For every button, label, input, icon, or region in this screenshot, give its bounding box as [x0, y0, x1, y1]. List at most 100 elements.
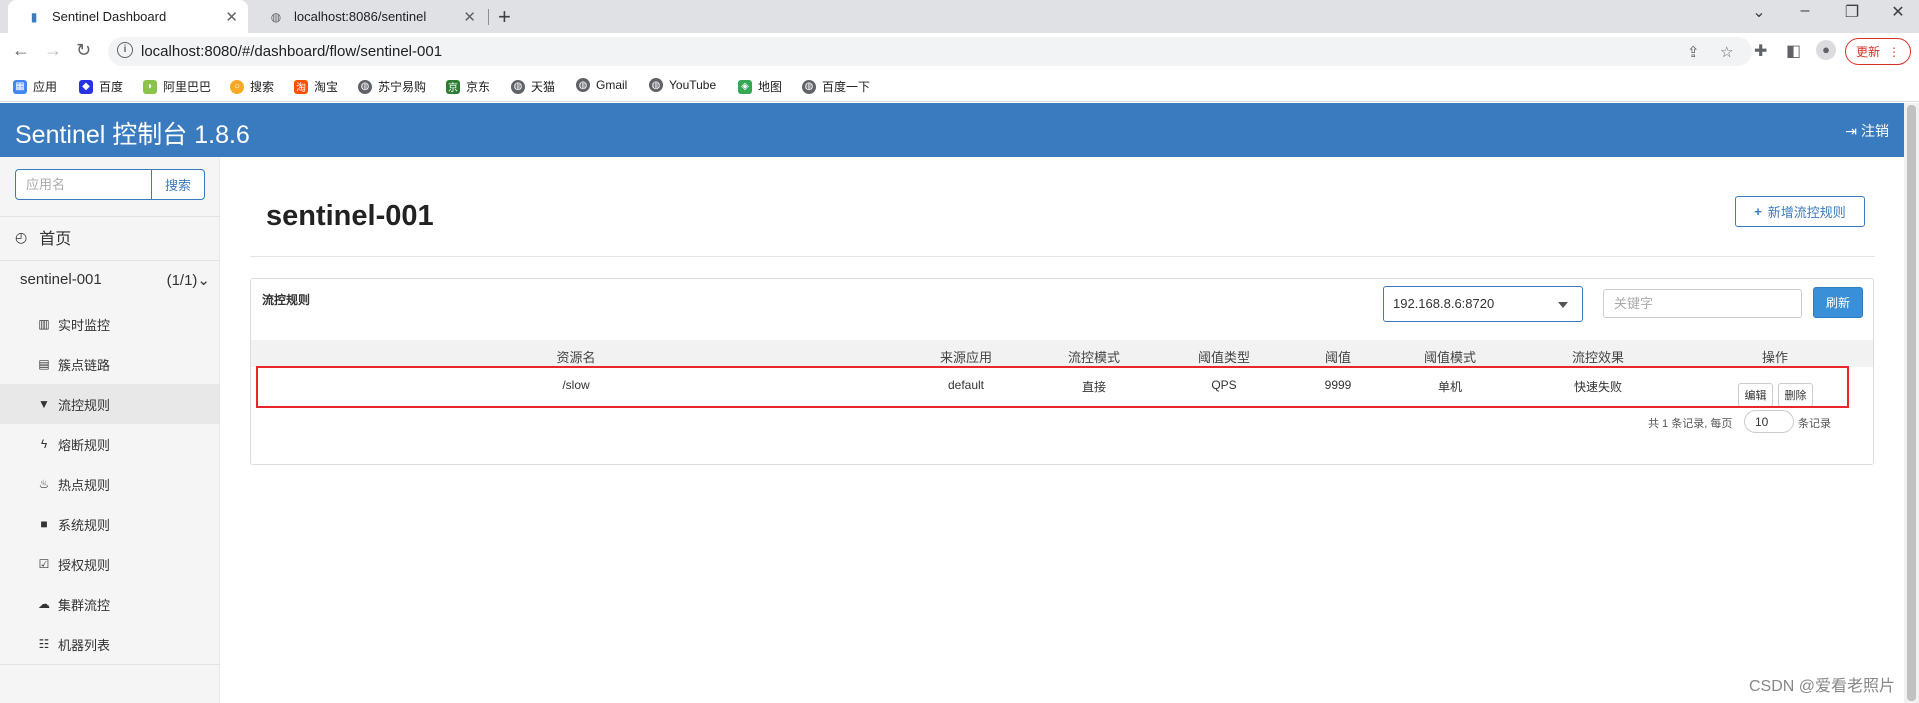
cloud-icon: ☁ — [38, 597, 50, 611]
bookmark-star-icon[interactable]: ☆ — [1720, 43, 1733, 61]
home-label: 首页 — [39, 231, 72, 248]
column-header: 流控效果 — [1571, 350, 1625, 365]
sidebar-item-home[interactable]: ◴ 首页 — [15, 225, 71, 249]
app-search-button[interactable]: 搜索 — [151, 169, 205, 200]
tab-search-chevron-icon[interactable]: ⌄ — [1749, 2, 1769, 22]
dashboard-icon: ◴ — [15, 228, 28, 245]
brand-title[interactable]: Sentinel 控制台 1.8.6 — [15, 115, 250, 151]
lock-icon: ■ — [40, 517, 48, 531]
list-icon: ▤ — [38, 357, 50, 371]
globe-icon: ◍ — [270, 9, 282, 24]
column-header: 阈值模式 — [1423, 350, 1477, 365]
sidebar-item-cluster-flow[interactable]: ☁ 集群流控 — [0, 584, 220, 624]
bookmark-jd[interactable]: 京京东 — [446, 78, 490, 95]
bookmark-apps[interactable]: ▦ 应用 — [13, 78, 57, 95]
update-button[interactable]: 更新 ⋮ — [1845, 38, 1911, 65]
refresh-button[interactable]: 刷新 — [1813, 287, 1863, 318]
extensions-puzzle-icon[interactable]: ✚ — [1754, 41, 1767, 61]
globe-icon: ◍ — [511, 79, 525, 94]
bookmark-suning[interactable]: ◍ 苏宁易购 — [358, 78, 426, 95]
bookmark-alibaba[interactable]: ◗ 阿里巴巴 — [143, 78, 211, 95]
apps-grid-icon: ▦ — [13, 79, 27, 94]
panel-title: 流控规则 — [262, 293, 311, 307]
bookmark-tmall[interactable]: ◍ 天猫 — [511, 78, 555, 95]
sidebar-item-degrade-rules[interactable]: ϟ 熔断规则 — [0, 424, 220, 464]
bookmark-baidu[interactable]: ◆ 百度 — [79, 78, 123, 95]
bookmark-maps[interactable]: ◈ 地图 — [738, 78, 782, 95]
column-header: 流控模式 — [1067, 350, 1121, 365]
sidebar-item-realtime-monitor[interactable]: ▥ 实时监控 — [0, 304, 220, 344]
taobao-icon: 淘 — [294, 79, 308, 94]
fire-icon: ♨ — [38, 477, 50, 491]
logout-link[interactable]: ⇥ 注销 — [1845, 121, 1889, 141]
app-search-group: 搜索 — [15, 169, 205, 200]
sidebar-item-authority-rules[interactable]: ☑ 授权规则 — [0, 544, 220, 584]
page-title: sentinel-001 — [266, 200, 434, 232]
sidebar-item-hot-param-rules[interactable]: ♨ 热点规则 — [0, 464, 220, 504]
app-header: Sentinel 控制台 1.8.6 ⇥ 注销 — [0, 103, 1904, 157]
logout-label: 注销 — [1861, 123, 1889, 139]
sign-out-icon: ⇥ — [1845, 122, 1857, 139]
browser-tab-strip: ▮ Sentinel Dashboard ✕ ◍ localhost:8086/… — [0, 0, 1919, 33]
flash-icon: ϟ — [40, 437, 48, 451]
th-list-icon: ☷ — [38, 637, 50, 651]
highlight-annotation-box — [256, 366, 1849, 408]
address-bar[interactable]: i localhost:8080/#/dashboard/flow/sentin… — [108, 37, 1752, 66]
close-window-icon[interactable]: ✕ — [1888, 2, 1908, 22]
sidebar-item-machine-list[interactable]: ☷ 机器列表 — [0, 624, 220, 664]
page-scrollbar-thumb[interactable] — [1907, 105, 1916, 701]
update-label: 更新 — [1855, 45, 1880, 59]
filter-icon: ▼ — [38, 397, 50, 411]
baidu-paw-icon: ◆ — [79, 79, 93, 94]
tab-sentinel-dashboard[interactable]: ▮ Sentinel Dashboard ✕ — [8, 0, 248, 33]
minimize-icon[interactable]: – — [1795, 2, 1815, 20]
new-tab-icon[interactable]: + — [498, 4, 511, 30]
sidebar-item-flow-rules[interactable]: ▼ 流控规则 — [0, 384, 220, 424]
forward-icon[interactable]: → — [44, 40, 62, 61]
profile-avatar-icon[interactable]: ● — [1816, 40, 1836, 60]
keyword-input[interactable] — [1603, 289, 1802, 318]
machine-select-value: 192.168.8.6:8720 — [1393, 296, 1495, 311]
globe-icon: ◍ — [576, 78, 590, 92]
sidebar: 搜索 ◴ 首页 sentinel-001 (1/1)⌄ ▥实时监控 ▤簇点链路 … — [0, 157, 220, 703]
close-tab-icon[interactable]: ✕ — [463, 8, 476, 26]
site-info-icon[interactable]: i — [117, 42, 133, 58]
check-square-icon: ☑ — [38, 557, 50, 571]
tab-localhost-8086[interactable]: ◍ localhost:8086/sentinel ✕ — [250, 0, 486, 33]
sidebar-divider — [0, 664, 220, 665]
bookmark-baidu-search[interactable]: ◍ 百度一下 — [802, 78, 870, 95]
app-search-input[interactable] — [15, 169, 152, 200]
page-size-input[interactable]: 10 — [1744, 410, 1794, 433]
close-tab-icon[interactable]: ✕ — [225, 8, 238, 26]
maps-icon: ◈ — [738, 79, 752, 94]
bar-chart-icon: ▥ — [38, 317, 50, 331]
reload-icon[interactable]: ↻ — [76, 40, 91, 61]
share-icon[interactable]: ⇪ — [1687, 43, 1700, 61]
globe-icon: ◍ — [649, 78, 663, 92]
more-menu-icon: ⋮ — [1888, 44, 1900, 59]
globe-icon: ◍ — [358, 79, 372, 94]
pager-suffix-text: 条记录 — [1798, 418, 1831, 430]
bookmark-search[interactable]: ○ 搜索 — [230, 78, 274, 95]
alibaba-icon: ◗ — [143, 79, 157, 94]
machine-select[interactable]: 192.168.8.6:8720 — [1383, 286, 1583, 322]
sidebar-divider — [0, 216, 220, 217]
side-panel-icon[interactable]: ◧ — [1786, 41, 1801, 61]
jd-icon: 京 — [446, 79, 460, 94]
globe-icon: ◍ — [802, 79, 816, 94]
browser-toolbar: ← → ↻ i localhost:8080/#/dashboard/flow/… — [0, 33, 1919, 70]
bookmark-youtube[interactable]: ◍ YouTube — [649, 78, 716, 92]
sidebar-item-cluster-link[interactable]: ▤ 簇点链路 — [0, 344, 220, 384]
add-flow-rule-button[interactable]: + 新增流控规则 — [1735, 196, 1865, 227]
bookmark-taobao[interactable]: 淘淘宝 — [294, 78, 338, 95]
watermark: CSDN @爱看老照片 — [1749, 678, 1896, 695]
restore-icon[interactable]: ❐ — [1842, 2, 1862, 22]
column-header: 操作 — [1761, 350, 1789, 365]
pager-total-text: 共 1 条记录, 每页 — [1648, 418, 1733, 430]
sidebar-app-sentinel-001[interactable]: sentinel-001 (1/1)⌄ — [20, 271, 210, 289]
back-icon[interactable]: ← — [12, 40, 30, 61]
add-flow-rule-label: 新增流控规则 — [1767, 205, 1846, 220]
bookmark-gmail[interactable]: ◍ Gmail — [576, 78, 627, 92]
column-header: 来源应用 — [939, 350, 993, 365]
sidebar-item-system-rules[interactable]: ■ 系统规则 — [0, 504, 220, 544]
